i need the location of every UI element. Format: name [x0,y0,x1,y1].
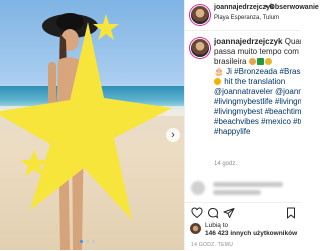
likes-number: 146 423 [205,230,229,237]
avatar[interactable] [191,6,209,24]
likes-count[interactable]: 146 423 innych użytkowników [205,230,297,237]
caption-line: passa muito tempo com sua [214,47,301,56]
caption-line-mentions[interactable]: @joannatraveler @joannadrz [214,87,301,97]
comment-line [213,182,283,187]
liker-avatar [190,223,201,234]
follow-button-label[interactable]: Obserwowanie [269,4,318,11]
caption-line: joannajedrzejczyk Quando [214,37,301,47]
blurred-comment [191,181,295,197]
post-date: 14 GODZ. TEMU [191,242,234,248]
translation-hint[interactable]: hit the translation [224,77,285,86]
big-star [0,22,172,220]
heart-icon[interactable] [191,207,203,219]
carousel-dots [80,240,95,243]
caption-line: hit the translation [214,77,301,87]
comment-icon[interactable] [207,207,219,219]
caption-line-hashtags[interactable]: #livingmybestlife #livingmylif [214,97,301,107]
likes-summary[interactable]: Lubią to 146 423 innych użytkowników [190,222,297,238]
likes-label: Lubią to [205,222,229,229]
follow-status[interactable]: • Obserwowanie [265,4,319,11]
caption-line-text: brasileira [214,57,247,66]
small-star-top [93,14,119,40]
post-header: joannajedrzejczyk • Obserwowanie Playa E… [185,0,319,31]
likes-others: innych użytkowników [230,230,298,237]
location-link[interactable]: Playa Esperanza, Tulum [214,15,279,21]
caption-line-hashtags[interactable]: #beachvibes #mexico #tulum [214,117,301,127]
share-icon[interactable] [223,207,235,219]
caption-line-hashtags[interactable]: 🎂 Ji #Bronzeada #Brasil #bu [214,67,301,77]
caption-line-hashtags[interactable]: #happylife [214,127,301,137]
caption-author[interactable]: joannajedrzejczyk [214,37,282,46]
carousel-dot [86,240,89,243]
brazil-flag-emoji-icon [256,58,264,65]
next-arrow-icon[interactable]: › [166,128,180,142]
caption-line: brasileira [214,57,301,67]
bookmark-icon[interactable] [285,207,297,219]
separator-dot: • [265,4,268,11]
carousel-dot-active [80,240,83,243]
censor-stars [0,14,172,220]
caption-area: joannajedrzejczyk Quando passa muito tem… [185,31,301,201]
carousel-dot [92,240,95,243]
comment-line [213,190,261,195]
sun-emoji-icon [214,78,221,85]
comment-avatar [191,181,205,195]
cake-emoji-icon [248,58,256,65]
caption-line-text: Quando [284,37,301,46]
caption-text: joannajedrzejczyk Quando passa muito tem… [214,37,301,137]
avatar[interactable] [191,39,209,57]
post-side-panel: joannajedrzejczyk • Obserwowanie Playa E… [184,0,319,251]
heart-emoji-icon [264,58,272,65]
caption-line-hashtags[interactable]: #livingmybest #beachtime #b [214,107,301,117]
caption-time: 14 godz. [214,161,238,167]
post-photo[interactable]: › [0,0,184,250]
post-actions: Lubią to 146 423 innych użytkowników 14 … [185,202,301,251]
